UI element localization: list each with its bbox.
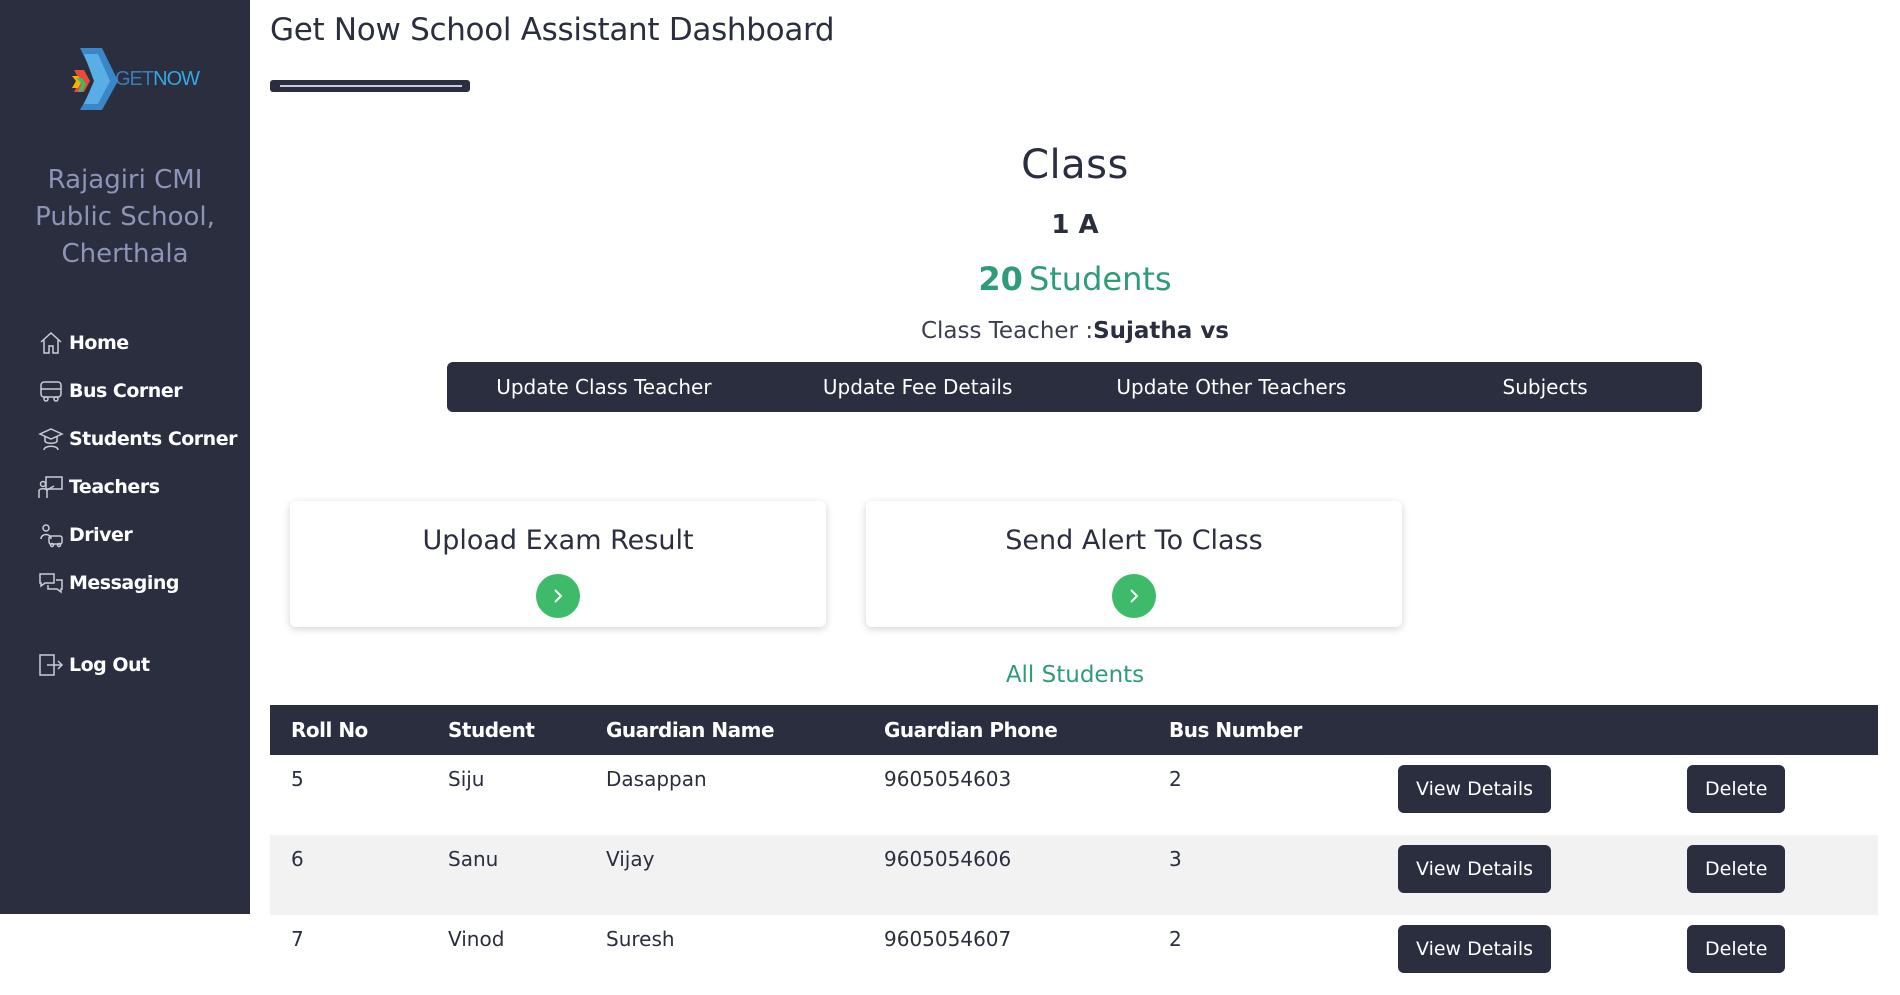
column-header: Bus Number bbox=[1148, 705, 1377, 755]
view-cell: View Details bbox=[1377, 755, 1666, 835]
send-alert-card: Send Alert To Class bbox=[866, 501, 1402, 627]
class-heading: Class bbox=[1021, 142, 1129, 188]
sidebar-item-home[interactable]: Home bbox=[38, 329, 238, 357]
school-name: Rajagiri CMI Public School, Cherthala bbox=[20, 162, 230, 273]
school-name-line: Cherthala bbox=[61, 239, 189, 269]
student-count-number: 20 bbox=[978, 260, 1023, 298]
sidebar-item-messaging[interactable]: Messaging bbox=[38, 569, 238, 597]
all-students-heading: All Students bbox=[1005, 662, 1145, 688]
column-header bbox=[1666, 705, 1878, 755]
messaging-icon bbox=[39, 573, 63, 594]
delete-button[interactable]: Delete bbox=[1687, 765, 1786, 813]
table-row: 6 Sanu Vijay 9605054606 3 View Details D… bbox=[270, 835, 1878, 915]
roll-cell: 6 bbox=[270, 835, 427, 915]
logo-text-get: GET bbox=[115, 68, 154, 90]
sidebar-item-teachers[interactable]: Teachers bbox=[38, 473, 238, 501]
home-icon bbox=[40, 331, 62, 354]
roll-cell: 5 bbox=[291, 767, 304, 791]
sidebar-item-bus-corner[interactable]: Bus Corner bbox=[38, 377, 238, 405]
update-other-teachers-button[interactable]: Update Other Teachers bbox=[1075, 362, 1389, 412]
logout-label: Log Out bbox=[69, 654, 150, 676]
class-teacher: Class Teacher :Sujatha vs bbox=[250, 318, 1900, 344]
school-name-line: Rajagiri CMI bbox=[47, 165, 203, 195]
bus-icon bbox=[40, 381, 62, 402]
delete-button[interactable]: Delete bbox=[1687, 845, 1786, 893]
view-cell: View Details bbox=[1377, 835, 1666, 915]
class-teacher-label: Class Teacher : bbox=[920, 318, 1094, 344]
delete-cell: Delete bbox=[1666, 835, 1878, 915]
view-cell: View Details bbox=[1377, 915, 1666, 995]
logout-button[interactable]: Log Out bbox=[38, 651, 150, 679]
sidebar-item-label: Home bbox=[69, 332, 129, 354]
student-count-label: Students bbox=[1028, 260, 1172, 298]
class-teacher-name: Sujatha vs bbox=[1093, 318, 1230, 344]
graduate-icon bbox=[38, 428, 64, 451]
page-title: Get Now School Assistant Dashboard bbox=[270, 12, 835, 48]
bus-cell: 3 bbox=[1148, 835, 1377, 915]
title-underline bbox=[270, 80, 470, 92]
send-alert-go-button[interactable] bbox=[1112, 574, 1156, 618]
class-action-bar: Update Class Teacher Update Fee Details … bbox=[447, 362, 1702, 412]
upload-exam-result-card: Upload Exam Result bbox=[290, 501, 826, 627]
column-header bbox=[1377, 705, 1666, 755]
sidebar-item-label: Driver bbox=[69, 524, 133, 546]
update-fee-details-button[interactable]: Update Fee Details bbox=[761, 362, 1075, 412]
column-header: Guardian Phone bbox=[863, 705, 1148, 755]
sidebar-item-students-corner[interactable]: Students Corner bbox=[38, 425, 238, 453]
table-row: 7 Vinod Suresh 9605054607 2 View Details… bbox=[270, 915, 1878, 995]
teacher-icon bbox=[38, 476, 63, 498]
sidebar-nav: Home Bus Corner Students Corner Teachers bbox=[38, 329, 238, 617]
card-title: Upload Exam Result bbox=[422, 525, 694, 556]
guardian-cell: Dasappan bbox=[606, 767, 707, 791]
subjects-button[interactable]: Subjects bbox=[1388, 362, 1702, 412]
driver-icon bbox=[40, 524, 63, 548]
delete-button[interactable]: Delete bbox=[1687, 925, 1786, 973]
guardian-cell: Vijay bbox=[585, 835, 863, 915]
card-title: Send Alert To Class bbox=[1005, 525, 1263, 556]
bus-cell: 2 bbox=[1169, 767, 1182, 791]
chevron-right-icon bbox=[554, 589, 563, 603]
phone-cell: 9605054606 bbox=[863, 835, 1148, 915]
student-cell: Sanu bbox=[427, 835, 585, 915]
logo-wordmark: GETNOW bbox=[115, 68, 200, 91]
student-cell: Siju bbox=[448, 767, 485, 791]
upload-exam-result-go-button[interactable] bbox=[536, 574, 580, 618]
column-header: Guardian Name bbox=[585, 705, 863, 755]
table-row: 5 Siju Dasappan 9605054603 2 View Detail… bbox=[270, 755, 1878, 835]
school-name-line: Public School, bbox=[35, 202, 215, 232]
delete-cell: Delete bbox=[1666, 755, 1878, 835]
students-table: Roll No Student Guardian Name Guardian P… bbox=[270, 705, 1878, 995]
view-details-button[interactable]: View Details bbox=[1398, 845, 1551, 893]
column-header: Roll No bbox=[270, 705, 427, 755]
guardian-cell: Suresh bbox=[606, 927, 675, 951]
sidebar-item-driver[interactable]: Driver bbox=[38, 521, 238, 549]
bus-cell: 2 bbox=[1169, 927, 1182, 951]
chevron-right-icon bbox=[1130, 589, 1139, 603]
class-name: 1 A bbox=[1051, 210, 1099, 240]
student-count: 20 Students bbox=[250, 260, 1900, 298]
logout-icon bbox=[39, 654, 64, 676]
roll-cell: 7 bbox=[291, 927, 304, 951]
sidebar: GETNOW Rajagiri CMI Public School, Chert… bbox=[0, 0, 250, 914]
update-class-teacher-button[interactable]: Update Class Teacher bbox=[447, 362, 761, 412]
sidebar-item-label: Bus Corner bbox=[69, 380, 183, 402]
student-cell: Vinod bbox=[448, 927, 505, 951]
sidebar-item-label: Teachers bbox=[69, 476, 160, 498]
column-header: Student bbox=[427, 705, 585, 755]
phone-cell: 9605054607 bbox=[884, 927, 1012, 951]
sidebar-item-label: Messaging bbox=[69, 572, 179, 594]
phone-cell: 9605054603 bbox=[884, 767, 1012, 791]
logo-text-now: NOW bbox=[153, 68, 200, 90]
sidebar-item-label: Students Corner bbox=[69, 428, 237, 450]
delete-cell: Delete bbox=[1666, 915, 1878, 995]
table-header-row: Roll No Student Guardian Name Guardian P… bbox=[270, 705, 1878, 755]
view-details-button[interactable]: View Details bbox=[1398, 925, 1551, 973]
view-details-button[interactable]: View Details bbox=[1398, 765, 1551, 813]
